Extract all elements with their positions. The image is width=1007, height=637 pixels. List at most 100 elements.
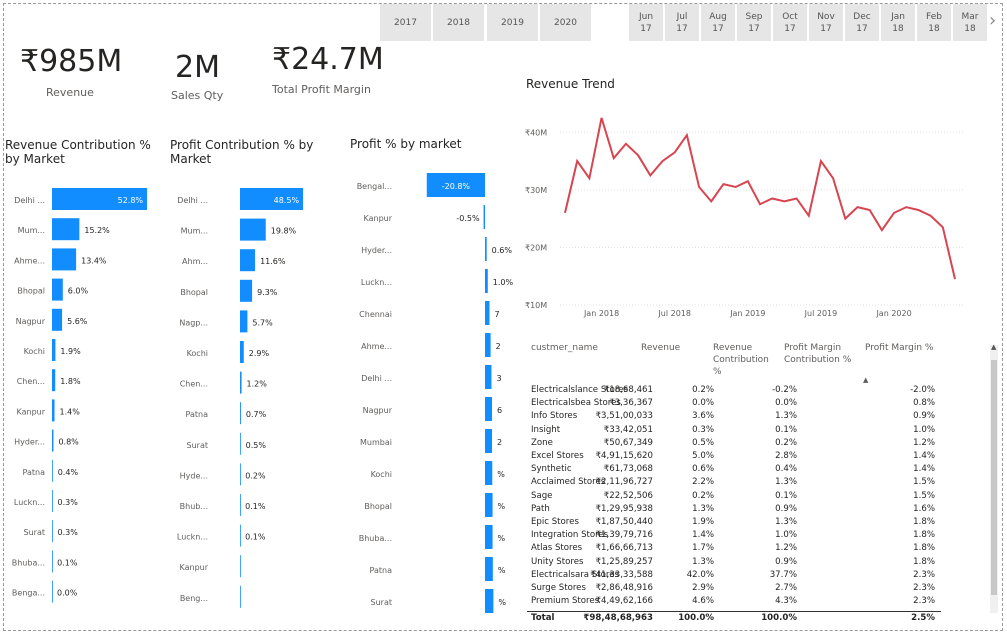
bar[interactable] bbox=[485, 269, 488, 293]
month-label: Jun bbox=[638, 11, 654, 22]
table-row[interactable]: Electricalsbea Stores ₹3,36,367 0.0% 0.0% 0.… bbox=[527, 397, 941, 410]
table-row[interactable]: Sage ₹22,52,506 0.2% 0.1% 1.5% bbox=[527, 490, 941, 503]
data-label: 1.4% bbox=[60, 407, 81, 416]
bar[interactable] bbox=[52, 308, 63, 331]
year-slicer-2017[interactable]: 2017 bbox=[380, 4, 431, 41]
category-label: Surat bbox=[24, 528, 45, 537]
scroll-up-icon[interactable]: ▲ bbox=[991, 343, 996, 351]
table-cell: ₹1,66,66,713 bbox=[595, 543, 653, 554]
table-row[interactable]: Atlas Stores ₹1,66,66,713 1.7% 1.2% 1.8% bbox=[527, 542, 941, 555]
month-slicer-item[interactable]: Aug 17 bbox=[701, 4, 735, 41]
table-scroll-thumb[interactable] bbox=[991, 360, 997, 595]
bar[interactable] bbox=[240, 585, 241, 608]
bar[interactable] bbox=[485, 237, 487, 261]
data-label: -20.8% bbox=[442, 182, 471, 191]
month-slicer-item[interactable]: Nov 17 bbox=[809, 4, 843, 41]
bar[interactable] bbox=[240, 249, 256, 272]
bar[interactable] bbox=[52, 369, 56, 392]
bar[interactable] bbox=[240, 524, 241, 547]
bar[interactable] bbox=[240, 279, 253, 302]
kpi-profit-margin-label: Total Profit Margin bbox=[272, 83, 371, 96]
bar[interactable] bbox=[485, 589, 494, 613]
bar[interactable] bbox=[52, 399, 55, 422]
header-revenue-contribution[interactable]: Revenue Contribution % bbox=[713, 342, 777, 378]
bar[interactable] bbox=[240, 310, 248, 333]
bar[interactable] bbox=[52, 580, 53, 603]
table-row[interactable]: Integration Stores ₹1,39,79,716 1.4% 1.0% 1.… bbox=[527, 529, 941, 542]
month-slicer-item[interactable]: Feb 18 bbox=[917, 4, 951, 41]
bar[interactable] bbox=[485, 461, 493, 485]
table-row[interactable]: Path ₹1,29,95,938 1.3% 0.9% 1.6% bbox=[527, 503, 941, 516]
bar[interactable] bbox=[485, 525, 493, 549]
table-row[interactable]: Epic Stores ₹1,87,50,440 1.9% 1.3% 1.8% bbox=[527, 516, 941, 529]
table-row[interactable]: Insight ₹33,42,051 0.3% 0.1% 1.0% bbox=[527, 424, 941, 437]
bar[interactable] bbox=[52, 520, 53, 543]
month-slicer-item[interactable]: Sep 17 bbox=[737, 4, 771, 41]
bar[interactable] bbox=[52, 429, 54, 452]
category-label: Bhuba... bbox=[12, 558, 45, 567]
table-cell: ₹18,68,461 bbox=[603, 385, 653, 395]
bar[interactable] bbox=[485, 333, 491, 357]
revenue-trend-chart: ₹10M ₹20M ₹30M ₹40M Jan 2018 Jul 2018 Jan 2019… bbox=[525, 117, 965, 318]
total-cell: ₹98,48,68,963 bbox=[583, 613, 653, 624]
bar[interactable] bbox=[240, 341, 244, 363]
bar[interactable] bbox=[240, 494, 241, 516]
table-row[interactable]: Synthetic ₹61,73,068 0.6% 0.4% 1.4% bbox=[527, 463, 941, 476]
bar[interactable] bbox=[52, 550, 53, 573]
table-cell: 0.3% bbox=[692, 424, 714, 435]
header-customer-name[interactable]: custmer_name bbox=[531, 342, 598, 354]
bar[interactable] bbox=[485, 493, 493, 517]
month-slicer-item[interactable]: Jun 17 bbox=[629, 4, 663, 41]
table-row[interactable]: Zone ₹50,67,349 0.5% 0.2% 1.2% bbox=[527, 437, 941, 450]
table-row[interactable]: Electricalslance Stores ₹18,68,461 0.2% -0.… bbox=[527, 384, 941, 397]
table-row[interactable]: Premium Stores ₹4,49,62,166 4.6% 4.3% 2.3% bbox=[527, 595, 941, 608]
table-cell: 0.9% bbox=[775, 556, 797, 567]
category-label: Delhi ... bbox=[361, 374, 392, 383]
bar[interactable] bbox=[240, 432, 241, 455]
bar[interactable] bbox=[485, 397, 492, 421]
bar[interactable] bbox=[485, 429, 492, 453]
bar[interactable] bbox=[240, 371, 242, 394]
bar[interactable] bbox=[52, 278, 63, 301]
bar[interactable] bbox=[52, 490, 53, 512]
table-cell: 0.5% bbox=[692, 437, 714, 448]
month-slicer-item[interactable]: Jan 18 bbox=[881, 4, 915, 41]
month-slicer-item[interactable]: Jul 17 bbox=[665, 4, 699, 41]
bar[interactable] bbox=[52, 459, 53, 482]
table-row[interactable]: Info Stores ₹3,51,00,033 3.6% 1.3% 0.9% bbox=[527, 410, 941, 423]
month-slicer-item[interactable]: Dec 17 bbox=[845, 4, 879, 41]
year-slicer-2018[interactable]: 2018 bbox=[433, 4, 484, 41]
month-slicer-item[interactable]: Mar 18 bbox=[953, 4, 987, 41]
bar[interactable] bbox=[483, 205, 485, 229]
slicer-next-arrow-icon[interactable]: › bbox=[989, 10, 996, 31]
header-profit-margin-contribution[interactable]: Profit Margin Contribution % bbox=[784, 342, 862, 366]
data-label: % bbox=[498, 598, 506, 607]
table-cell: 1.3% bbox=[692, 503, 714, 514]
table-row[interactable]: Surge Stores ₹2,86,48,916 2.9% 2.7% 2.3% bbox=[527, 582, 941, 595]
bar[interactable] bbox=[240, 402, 241, 425]
revenue-line[interactable] bbox=[564, 117, 956, 280]
bar[interactable] bbox=[240, 463, 241, 486]
bar[interactable] bbox=[485, 301, 490, 325]
year-slicer-2019[interactable]: 2019 bbox=[487, 4, 538, 41]
table-row[interactable]: Electricalsara Stores ₹41,33,33,588 42.0% 3… bbox=[527, 569, 941, 582]
kpi-revenue-value: ₹985M bbox=[20, 44, 123, 79]
bar[interactable] bbox=[485, 365, 492, 389]
header-profit-margin-pct[interactable]: Profit Margin % bbox=[865, 342, 941, 354]
table-row[interactable]: Excel Stores ₹4,91,15,620 5.0% 2.8% 1.4% bbox=[527, 450, 941, 463]
month-slicer-item[interactable]: Oct 17 bbox=[773, 4, 807, 41]
bar[interactable] bbox=[240, 218, 266, 241]
header-revenue[interactable]: Revenue bbox=[641, 342, 680, 354]
table-row[interactable]: Acclaimed Stores ₹2,11,96,727 2.2% 1.3% 1.5% bbox=[527, 476, 941, 489]
bar[interactable] bbox=[52, 218, 80, 241]
category-label: Bhopal bbox=[180, 288, 208, 297]
table-cell: 1.2% bbox=[775, 543, 797, 554]
data-label: 2.9% bbox=[249, 349, 270, 358]
bar[interactable] bbox=[240, 555, 241, 578]
bar[interactable] bbox=[52, 339, 56, 361]
table-row[interactable]: Unity Stores ₹1,25,89,257 1.3% 0.9% 1.8% bbox=[527, 556, 941, 569]
bar[interactable] bbox=[52, 248, 77, 271]
year-slicer-2020[interactable]: 2020 bbox=[540, 4, 591, 41]
bar[interactable] bbox=[485, 557, 493, 581]
table-cell: 0.2% bbox=[692, 385, 714, 395]
